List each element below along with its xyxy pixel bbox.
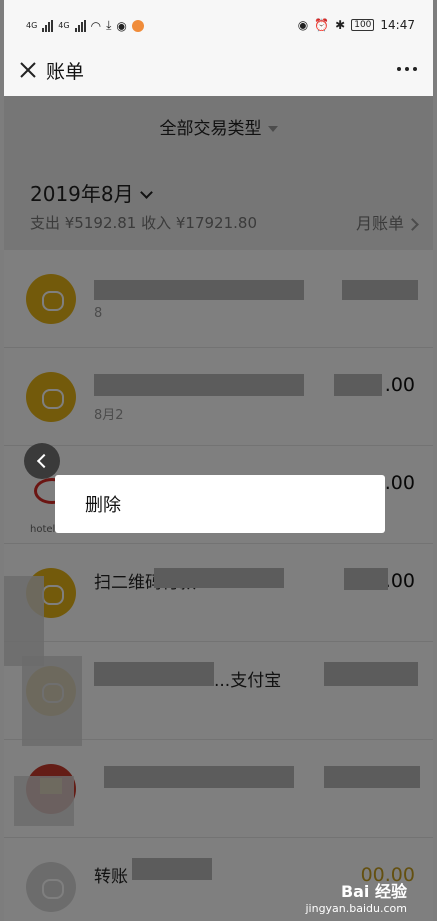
chevron-left-icon [36, 453, 52, 469]
close-icon[interactable] [16, 58, 40, 82]
status-left: 4G 4G ◠ ⤓ ◉ [26, 18, 144, 33]
battery-icon: 100 [351, 19, 375, 31]
watermark: Bai 经验 jingyan.baidu.com [305, 878, 407, 915]
status-right: ◉ ⏰ ✱ 100 14:47 [298, 18, 415, 32]
network-label-1: 4G [26, 21, 38, 30]
more-icon[interactable] [397, 67, 417, 71]
network-label-2: 4G [58, 21, 70, 30]
download-icon: ⤓ [106, 18, 112, 32]
signal-icon-2 [74, 19, 86, 32]
watermark-url: jingyan.baidu.com [305, 902, 407, 915]
eye-icon: ◉ [297, 18, 309, 32]
notification-icon [131, 19, 144, 32]
signal-icon [42, 19, 54, 32]
watermark-logo: Bai 经验 [340, 882, 407, 901]
nav-bar: 账单 [4, 44, 433, 96]
app-icon: ◉ [116, 18, 127, 33]
phone-screen: 4G 4G ◠ ⤓ ◉ ◉ ⏰ ✱ 100 14:47 账单 全部交易类型 [4, 0, 433, 921]
bluetooth-icon: ✱ [335, 18, 346, 32]
status-time: 14:47 [380, 18, 415, 32]
back-button[interactable] [24, 443, 60, 479]
alarm-icon: ⏰ [314, 18, 330, 32]
wifi-icon: ◠ [90, 18, 102, 33]
status-bar: 4G 4G ◠ ⤓ ◉ ◉ ⏰ ✱ 100 14:47 [4, 0, 433, 44]
page-title: 账单 [46, 61, 85, 83]
context-menu: 删除 [55, 475, 385, 533]
delete-menu-item[interactable]: 删除 [85, 491, 121, 517]
